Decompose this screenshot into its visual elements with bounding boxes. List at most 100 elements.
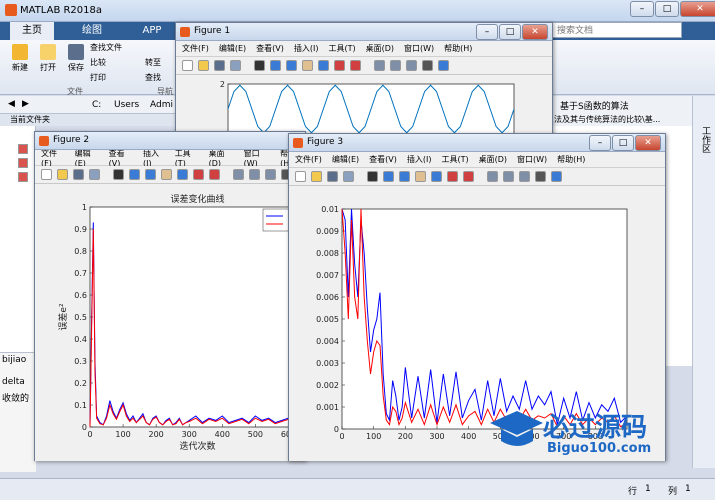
save-icon[interactable] — [327, 171, 338, 182]
close-button[interactable]: ✕ — [680, 1, 715, 17]
figure-menu-item[interactable]: 工具(T) — [328, 43, 355, 54]
figure-menu-item[interactable]: 编辑(E) — [332, 154, 359, 165]
new-button[interactable]: 新建 — [6, 44, 34, 73]
brush-icon[interactable] — [350, 60, 361, 71]
rotate-icon[interactable] — [431, 171, 442, 182]
save-icon[interactable] — [214, 60, 225, 71]
insert-legend-icon[interactable] — [519, 171, 530, 182]
forward-icon[interactable]: ▶ — [22, 99, 29, 109]
close-button[interactable]: ✕ — [522, 24, 548, 40]
figure-menu-item[interactable]: 编辑(E) — [75, 148, 99, 168]
pan-icon[interactable] — [302, 60, 313, 71]
pointer-icon[interactable] — [113, 169, 124, 180]
data-cursor-icon[interactable] — [193, 169, 204, 180]
figure-menu-item[interactable]: 文件(F) — [295, 154, 322, 165]
save-icon[interactable] — [73, 169, 84, 180]
link-icon[interactable] — [233, 169, 244, 180]
search-input[interactable] — [552, 22, 682, 38]
hide-plot-tools-icon[interactable] — [422, 60, 433, 71]
zoom-in-icon[interactable] — [129, 169, 140, 180]
pointer-icon[interactable] — [254, 60, 265, 71]
figure-menu-item[interactable]: 查看(V) — [369, 154, 397, 165]
print-icon[interactable] — [230, 60, 241, 71]
save-button[interactable]: 保存 — [62, 44, 90, 73]
compare-button[interactable]: 比较 — [90, 57, 136, 68]
zoom-out-icon[interactable] — [145, 169, 156, 180]
rotate-icon[interactable] — [177, 169, 188, 180]
hide-plot-tools-icon[interactable] — [535, 171, 546, 182]
figure-menu-item[interactable]: 帮助(H) — [444, 43, 472, 54]
brush-icon[interactable] — [463, 171, 474, 182]
figure2-plot[interactable]: 0 0.1 0.2 0.3 0.4 0.5 0.6 0.7 0.8 0.9 1 0 100 200 300 4… — [35, 185, 305, 461]
minimize-button[interactable]: – — [630, 1, 654, 17]
maximize-button[interactable]: □ — [655, 1, 679, 17]
figure-menu-item[interactable]: 工具(T) — [175, 148, 199, 168]
figure-menu-item[interactable]: 插入(I) — [143, 148, 165, 168]
open-icon[interactable] — [57, 169, 68, 180]
open-icon[interactable] — [198, 60, 209, 71]
new-figure-icon[interactable] — [41, 169, 52, 180]
figure-menu-item[interactable]: 桌面(D) — [366, 43, 394, 54]
zoom-in-icon[interactable] — [270, 60, 281, 71]
figure-menu-item[interactable]: 窗口(W) — [404, 43, 434, 54]
open-icon[interactable] — [311, 171, 322, 182]
insert-legend-icon[interactable] — [265, 169, 276, 180]
figure-menu-item[interactable]: 编辑(E) — [219, 43, 246, 54]
insert-colorbar-icon[interactable] — [390, 60, 401, 71]
zoom-out-icon[interactable] — [399, 171, 410, 182]
open-button[interactable]: 打开 — [34, 44, 62, 73]
figure2-window[interactable]: Figure 2 文件(F) 编辑(E) 查看(V) 插入(I) 工具(T) 桌面(D) 窗… — [34, 131, 308, 461]
maximize-button[interactable]: □ — [612, 135, 634, 151]
new-figure-icon[interactable] — [182, 60, 193, 71]
close-button[interactable]: ✕ — [635, 135, 661, 151]
editor-tab[interactable]: 基于S函数的算法 — [560, 99, 629, 112]
print-icon[interactable] — [343, 171, 354, 182]
data-cursor-icon[interactable] — [447, 171, 458, 182]
figure-menu-item[interactable]: 查看(V) — [109, 148, 133, 168]
figure-menu-item[interactable]: 窗口(W) — [517, 154, 547, 165]
find-files-button[interactable]: 查找文件 — [90, 42, 136, 53]
insert-colorbar-icon[interactable] — [249, 169, 260, 180]
file-icon[interactable] — [18, 158, 28, 168]
rotate-icon[interactable] — [318, 60, 329, 71]
show-plot-tools-icon[interactable] — [551, 171, 562, 182]
tab-home[interactable]: 主页 — [10, 22, 54, 40]
insert-legend-icon[interactable] — [406, 60, 417, 71]
path-part[interactable]: C: — [92, 100, 101, 110]
pan-icon[interactable] — [161, 169, 172, 180]
insert-colorbar-icon[interactable] — [503, 171, 514, 182]
zoom-in-icon[interactable] — [383, 171, 394, 182]
figure-menu-item[interactable]: 桌面(D) — [479, 154, 507, 165]
zoom-out-icon[interactable] — [286, 60, 297, 71]
show-plot-tools-icon[interactable] — [438, 60, 449, 71]
figure-menu-item[interactable]: 窗口(W) — [244, 148, 271, 168]
brush-icon[interactable] — [209, 169, 220, 180]
figure-menu-item[interactable]: 文件(F) — [182, 43, 209, 54]
figure-menu-item[interactable]: 插入(I) — [407, 154, 432, 165]
path-part[interactable]: Users — [114, 100, 139, 110]
minimize-button[interactable]: – — [476, 24, 498, 40]
figure1-window[interactable]: Figure 1 – □ ✕ 文件(F) 编辑(E) 查看(V) 插入(I) 工具(T)… — [175, 22, 553, 140]
file-icon[interactable] — [18, 144, 28, 154]
path-part[interactable]: Admi — [150, 100, 173, 110]
figure-menu-item[interactable]: 文件(F) — [41, 148, 65, 168]
minimize-button[interactable]: – — [589, 135, 611, 151]
tab-apps[interactable]: APP — [130, 22, 174, 40]
pointer-icon[interactable] — [367, 171, 378, 182]
figure-menu-item[interactable]: 工具(T) — [441, 154, 468, 165]
pan-icon[interactable] — [415, 171, 426, 182]
figure-menu-item[interactable]: 桌面(D) — [209, 148, 234, 168]
maximize-button[interactable]: □ — [499, 24, 521, 40]
back-icon[interactable]: ◀ — [8, 99, 15, 109]
tab-plots[interactable]: 绘图 — [70, 22, 114, 40]
figure-menu-item[interactable]: 插入(I) — [294, 43, 319, 54]
link-icon[interactable] — [374, 60, 385, 71]
print-icon[interactable] — [89, 169, 100, 180]
find-button[interactable]: 查找 — [145, 72, 175, 83]
print-button[interactable]: 打印 — [90, 72, 136, 83]
goto-button[interactable]: 转至 — [145, 57, 175, 68]
new-figure-icon[interactable] — [295, 171, 306, 182]
file-icon[interactable] — [18, 172, 28, 182]
figure-menu-item[interactable]: 帮助(H) — [557, 154, 585, 165]
link-icon[interactable] — [487, 171, 498, 182]
